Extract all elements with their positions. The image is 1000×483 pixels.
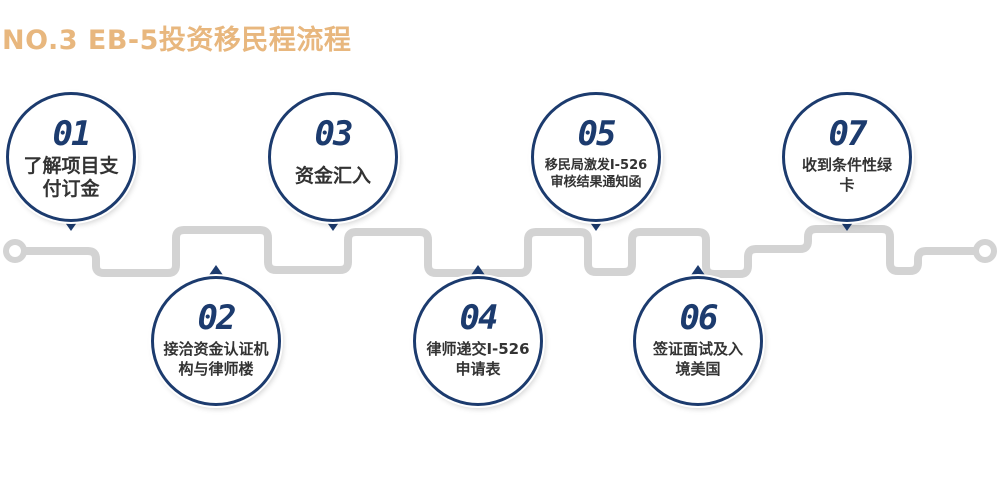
- step-4: 04 律师递交I-526申请表: [413, 276, 543, 406]
- step-1-number: 01: [52, 114, 92, 154]
- step-6-number: 06: [679, 298, 719, 338]
- step-2-number: 02: [197, 298, 237, 338]
- step-2-label: 接洽资金认证机构与律师楼: [163, 340, 269, 378]
- step-5: 05 移民局激发I-526审核结果通知函: [531, 92, 661, 222]
- step-4-pointer: [471, 265, 485, 275]
- step-7-label: 收到条件性绿卡: [801, 156, 892, 194]
- step-7-number: 07: [828, 114, 868, 154]
- step-4-number: 04: [459, 298, 499, 338]
- step-7-pointer: [840, 221, 854, 231]
- step-3-pointer: [326, 221, 340, 231]
- step-1-pointer: [64, 221, 78, 231]
- step-6: 06 签证面试及入境美国: [633, 276, 763, 406]
- step-2: 02 接洽资金认证机构与律师楼: [151, 276, 281, 406]
- step-7: 07 收到条件性绿卡: [782, 92, 912, 222]
- step-3: 03 资金汇入: [268, 92, 398, 222]
- step-6-label: 签证面试及入境美国: [652, 340, 743, 378]
- step-5-number: 05: [577, 114, 617, 154]
- step-3-number: 03: [314, 114, 354, 154]
- track-start-node: [3, 239, 27, 263]
- step-3-label: 资金汇入: [294, 165, 371, 187]
- step-6-pointer: [691, 265, 705, 275]
- step-4-label: 律师递交I-526申请表: [426, 340, 530, 378]
- step-1-label: 了解项目支付订金: [23, 155, 119, 200]
- track-end-node: [973, 239, 997, 263]
- step-2-pointer: [209, 265, 223, 275]
- step-5-label: 移民局激发I-526审核结果通知函: [544, 158, 648, 190]
- step-5-pointer: [589, 221, 603, 231]
- step-1: 01 了解项目支付订金: [6, 92, 136, 222]
- timeline-track: [3, 225, 997, 278]
